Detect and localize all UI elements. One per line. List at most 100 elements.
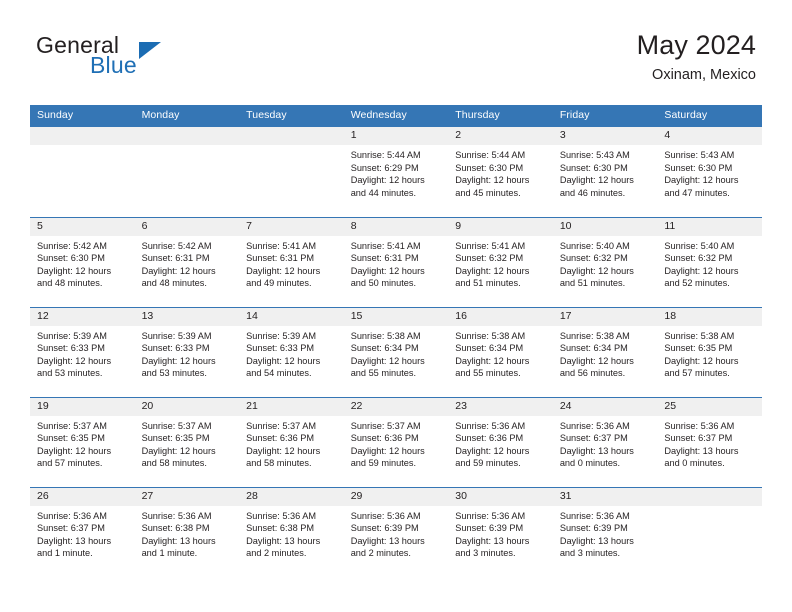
calendar-day-cell-empty (134, 127, 240, 217)
day-cell-inner: 13 Sunrise: 5:39 AM Sunset: 6:33 PM Dayligh… (134, 307, 240, 397)
day-number: 30 (448, 487, 553, 506)
calendar-day-cell[interactable]: 12 Sunrise: 5:39 AM Sunset: 6:33 PM Dayligh… (30, 306, 135, 397)
daylight-hours: Daylight: 12 hours (350, 355, 425, 366)
weekday-header-friday: Friday (552, 105, 658, 127)
daylight-minutes: and 55 minutes. (455, 368, 521, 379)
daylight-hours: Daylight: 13 hours (246, 535, 321, 546)
sunrise-time: Sunrise: 5:44 AM (455, 150, 526, 160)
daylight-minutes: and 55 minutes. (350, 368, 417, 379)
calendar-day-cell-empty (30, 127, 135, 217)
calendar-day-cell[interactable]: 1 Sunrise: 5:44 AM Sunset: 6:29 PM Daylight… (343, 127, 449, 217)
daylight-hours: Daylight: 12 hours (37, 355, 112, 366)
calendar-day-cell[interactable]: 18 Sunrise: 5:38 AM Sunset: 6:35 PM Dayligh… (657, 306, 762, 397)
day-number: 18 (657, 307, 762, 326)
daylight-minutes: and 59 minutes. (455, 458, 521, 469)
calendar-day-cell[interactable]: 13 Sunrise: 5:39 AM Sunset: 6:33 PM Dayligh… (134, 306, 240, 397)
sunset-time: Sunset: 6:34 PM (559, 343, 628, 354)
calendar-day-cell[interactable]: 15 Sunrise: 5:38 AM Sunset: 6:34 PM Dayligh… (343, 306, 449, 397)
weekday-header-thursday: Thursday (448, 105, 553, 127)
calendar-day-cell[interactable]: 4 Sunrise: 5:43 AM Sunset: 6:30 PM Daylight… (657, 127, 762, 217)
sunset-time: Sunset: 6:35 PM (141, 433, 210, 444)
day-number: 10 (552, 217, 658, 236)
day-details: Sunrise: 5:36 AM Sunset: 6:36 PM Daylight:… (448, 416, 553, 470)
calendar-day-cell[interactable]: 21 Sunrise: 5:37 AM Sunset: 6:36 PM Dayligh… (239, 396, 344, 487)
calendar-day-cell[interactable]: 27 Sunrise: 5:36 AM Sunset: 6:38 PM Dayligh… (134, 486, 240, 577)
calendar-day-cell[interactable]: 25 Sunrise: 5:36 AM Sunset: 6:37 PM Dayligh… (657, 396, 762, 487)
calendar-day-cell[interactable]: 23 Sunrise: 5:36 AM Sunset: 6:36 PM Dayligh… (448, 396, 553, 487)
day-number (657, 487, 762, 506)
sunrise-time: Sunrise: 5:41 AM (455, 240, 526, 251)
calendar-week-row: 19 Sunrise: 5:37 AM Sunset: 6:35 PM Dayligh… (30, 396, 762, 487)
daylight-hours: Daylight: 13 hours (141, 535, 216, 546)
calendar-day-cell[interactable]: 8 Sunrise: 5:41 AM Sunset: 6:31 PM Daylight… (343, 216, 449, 307)
brand-name-bottom: Blue (90, 52, 137, 78)
sunset-time: Sunset: 6:31 PM (141, 253, 210, 264)
calendar-day-cell[interactable]: 17 Sunrise: 5:38 AM Sunset: 6:34 PM Dayligh… (552, 306, 658, 397)
sunrise-time: Sunrise: 5:43 AM (664, 150, 735, 160)
calendar-day-cell[interactable]: 19 Sunrise: 5:37 AM Sunset: 6:35 PM Dayligh… (30, 396, 135, 487)
daylight-minutes: and 44 minutes. (350, 187, 417, 198)
sunset-time: Sunset: 6:34 PM (350, 343, 419, 354)
day-number: 24 (552, 397, 658, 416)
daylight-hours: Daylight: 12 hours (246, 445, 321, 456)
calendar-day-cell[interactable]: 26 Sunrise: 5:36 AM Sunset: 6:37 PM Dayligh… (30, 486, 135, 577)
calendar-day-cell[interactable]: 24 Sunrise: 5:36 AM Sunset: 6:37 PM Dayligh… (552, 396, 658, 487)
calendar-day-cell[interactable]: 9 Sunrise: 5:41 AM Sunset: 6:32 PM Daylight… (448, 216, 553, 307)
brand-logo[interactable]: General Blue (36, 34, 296, 90)
day-details: Sunrise: 5:38 AM Sunset: 6:34 PM Daylight:… (553, 326, 658, 380)
calendar-day-cell[interactable]: 14 Sunrise: 5:39 AM Sunset: 6:33 PM Dayligh… (239, 306, 344, 397)
day-cell-inner: 23 Sunrise: 5:36 AM Sunset: 6:36 PM Dayligh… (448, 397, 553, 487)
daylight-minutes: and 48 minutes. (37, 278, 103, 289)
sunset-time: Sunset: 6:33 PM (37, 343, 105, 354)
day-cell-inner: 20 Sunrise: 5:37 AM Sunset: 6:35 PM Dayligh… (134, 397, 240, 487)
calendar-day-cell[interactable]: 3 Sunrise: 5:43 AM Sunset: 6:30 PM Daylight… (552, 127, 658, 217)
day-number: 25 (657, 397, 762, 416)
calendar-week-row: 1 Sunrise: 5:44 AM Sunset: 6:29 PM Daylight… (30, 127, 762, 217)
sunrise-time: Sunrise: 5:38 AM (664, 330, 735, 341)
calendar-day-cell[interactable]: 30 Sunrise: 5:36 AM Sunset: 6:39 PM Dayligh… (448, 486, 553, 577)
calendar-day-cell[interactable]: 31 Sunrise: 5:36 AM Sunset: 6:39 PM Dayligh… (552, 486, 658, 577)
calendar-day-cell[interactable]: 11 Sunrise: 5:40 AM Sunset: 6:32 PM Dayligh… (657, 216, 762, 307)
daylight-minutes: and 51 minutes. (559, 278, 626, 289)
calendar-day-cell[interactable]: 29 Sunrise: 5:36 AM Sunset: 6:39 PM Dayligh… (343, 486, 449, 577)
daylight-minutes: and 53 minutes. (141, 368, 207, 379)
day-number: 27 (134, 487, 240, 506)
sunrise-time: Sunrise: 5:36 AM (141, 510, 212, 521)
day-details: Sunrise: 5:38 AM Sunset: 6:34 PM Daylight:… (448, 326, 553, 380)
daylight-hours: Daylight: 12 hours (350, 175, 425, 186)
sunrise-time: Sunrise: 5:38 AM (559, 330, 630, 341)
calendar-day-cell[interactable]: 22 Sunrise: 5:37 AM Sunset: 6:36 PM Dayligh… (343, 396, 449, 487)
day-details (239, 145, 344, 149)
sunset-time: Sunset: 6:34 PM (455, 343, 524, 354)
sunset-time: Sunset: 6:30 PM (37, 253, 105, 264)
day-details: Sunrise: 5:39 AM Sunset: 6:33 PM Daylight:… (135, 326, 240, 380)
daylight-hours: Daylight: 12 hours (455, 265, 530, 276)
calendar-day-cell[interactable]: 10 Sunrise: 5:40 AM Sunset: 6:32 PM Dayligh… (552, 216, 658, 307)
sunset-time: Sunset: 6:39 PM (455, 523, 524, 534)
day-cell-inner: 2 Sunrise: 5:44 AM Sunset: 6:30 PM Daylight… (448, 127, 553, 216)
day-cell-inner: 10 Sunrise: 5:40 AM Sunset: 6:32 PM Dayligh… (552, 217, 658, 307)
daylight-hours: Daylight: 13 hours (350, 535, 425, 546)
daylight-hours: Daylight: 13 hours (559, 445, 634, 456)
day-details: Sunrise: 5:36 AM Sunset: 6:39 PM Daylight:… (344, 506, 449, 560)
weekday-header-saturday: Saturday (657, 105, 762, 127)
daylight-hours: Daylight: 12 hours (246, 265, 321, 276)
sunrise-time: Sunrise: 5:39 AM (37, 330, 107, 341)
day-details: Sunrise: 5:43 AM Sunset: 6:30 PM Daylight:… (657, 145, 762, 199)
calendar-day-cell[interactable]: 6 Sunrise: 5:42 AM Sunset: 6:31 PM Daylight… (134, 216, 240, 307)
calendar-day-cell[interactable]: 7 Sunrise: 5:41 AM Sunset: 6:31 PM Daylight… (239, 216, 344, 307)
sunset-time: Sunset: 6:38 PM (141, 523, 210, 534)
day-details: Sunrise: 5:39 AM Sunset: 6:33 PM Daylight:… (30, 326, 135, 380)
daylight-hours: Daylight: 12 hours (559, 175, 634, 186)
day-cell-inner: 15 Sunrise: 5:38 AM Sunset: 6:34 PM Dayligh… (343, 307, 449, 397)
day-cell-inner: 5 Sunrise: 5:42 AM Sunset: 6:30 PM Daylight… (30, 217, 135, 307)
day-number: 4 (657, 127, 762, 145)
calendar-day-cell[interactable]: 5 Sunrise: 5:42 AM Sunset: 6:30 PM Daylight… (30, 216, 135, 307)
daylight-hours: Daylight: 12 hours (559, 355, 634, 366)
daylight-hours: Daylight: 12 hours (455, 175, 530, 186)
calendar-day-cell[interactable]: 16 Sunrise: 5:38 AM Sunset: 6:34 PM Dayligh… (448, 306, 553, 397)
calendar-day-cell[interactable]: 20 Sunrise: 5:37 AM Sunset: 6:35 PM Dayligh… (134, 396, 240, 487)
calendar-day-cell[interactable]: 2 Sunrise: 5:44 AM Sunset: 6:30 PM Daylight… (448, 127, 553, 217)
day-number: 26 (30, 487, 135, 506)
calendar-day-cell[interactable]: 28 Sunrise: 5:36 AM Sunset: 6:38 PM Dayligh… (239, 486, 344, 577)
